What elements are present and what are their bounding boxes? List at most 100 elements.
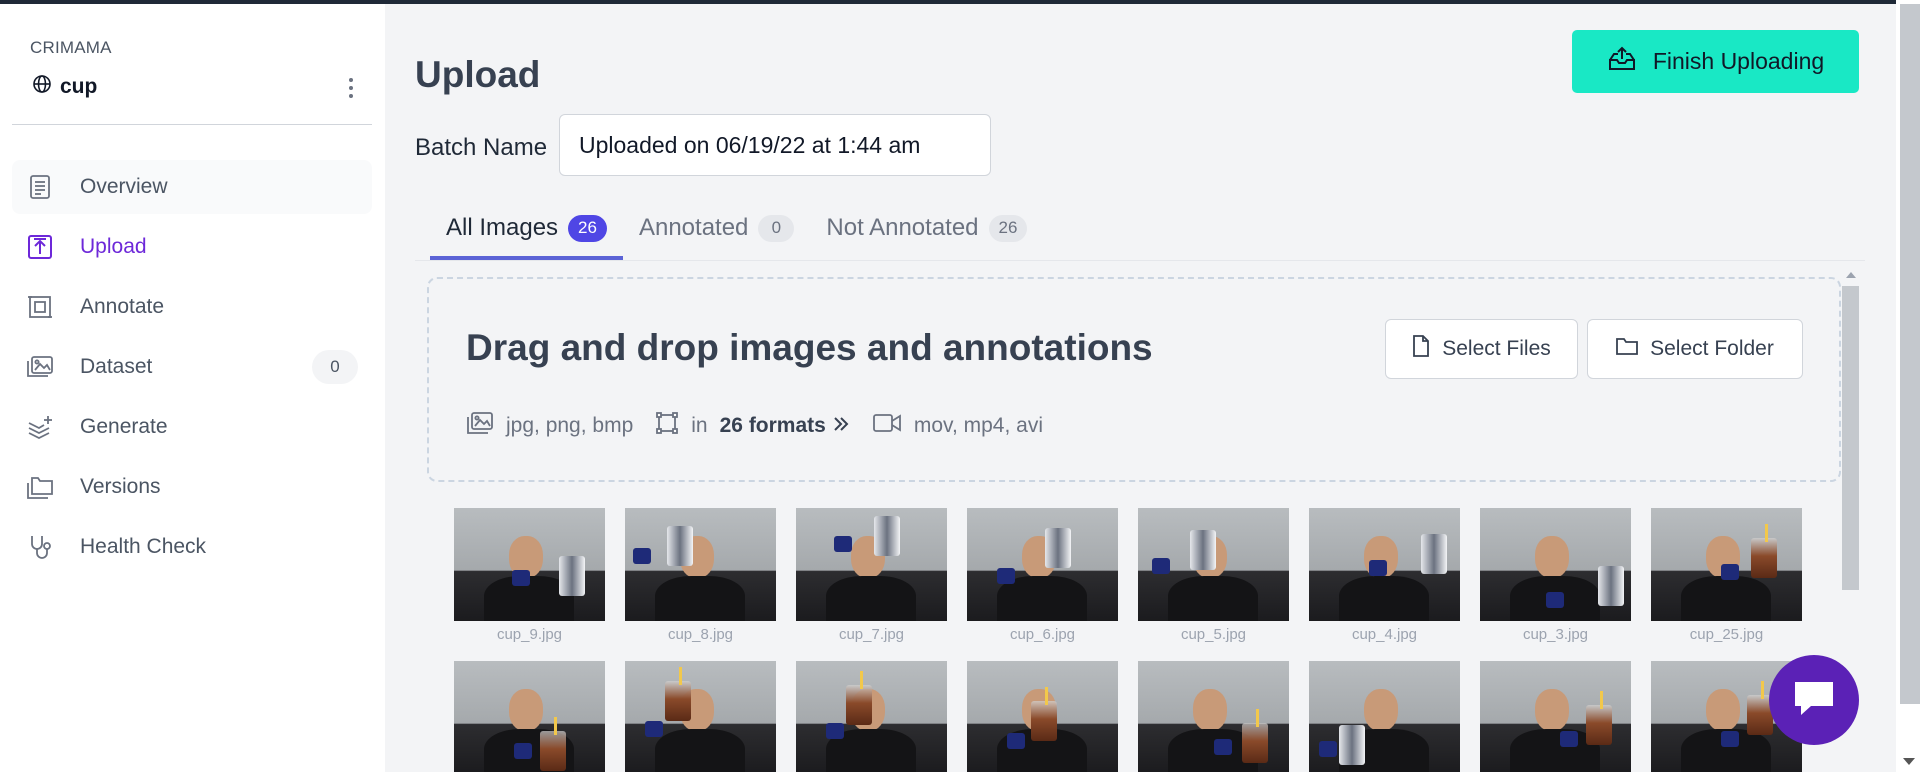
image-thumbnail[interactable]: cup_9.jpg [454, 508, 605, 643]
select-folder-label: Select Folder [1650, 337, 1774, 360]
tab-not-annotated[interactable]: Not Annotated 26 [810, 200, 1043, 256]
image-thumbnail[interactable]: cup_3.jpg [1480, 508, 1631, 643]
sidebar-item-label: Overview [80, 175, 168, 198]
supported-formats: jpg, png, bmp in 26 formats mov, mp4, av… [466, 411, 1065, 441]
image-thumbnail[interactable]: cup_25.jpg [1651, 508, 1802, 643]
image-thumbnail[interactable]: cup_7.jpg [796, 508, 947, 643]
bounding-box-icon [655, 411, 679, 441]
image-thumbnail[interactable] [625, 661, 776, 772]
annotate-icon [24, 291, 56, 323]
tabs-divider [415, 260, 1865, 261]
scroll-down-arrow-icon[interactable] [1903, 758, 1915, 765]
image-preview [796, 661, 947, 772]
video-formats-text: mov, mp4, avi [913, 414, 1043, 437]
image-preview [796, 508, 947, 621]
finish-uploading-button[interactable]: Finish Uploading [1572, 30, 1859, 93]
image-preview [1480, 508, 1631, 621]
image-thumbnail[interactable] [1309, 661, 1460, 772]
image-filter-tabs: All Images 26 Annotated 0 Not Annotated … [430, 200, 1043, 260]
annotation-formats-link[interactable]: in 26 formats [655, 411, 850, 441]
upload-icon [24, 231, 56, 263]
page-title: Upload [415, 54, 541, 95]
scroll-thumb[interactable] [1842, 286, 1859, 590]
sidebar-item-health-check[interactable]: Health Check [12, 520, 372, 574]
sidebar-item-upload[interactable]: Upload [12, 220, 372, 274]
sidebar-item-label: Generate [80, 415, 168, 438]
video-formats: mov, mp4, avi [872, 412, 1043, 440]
image-preview [1651, 508, 1802, 621]
sidebar-item-overview[interactable]: Overview [12, 160, 372, 214]
image-preview [1309, 508, 1460, 621]
page-scrollbar-thumb[interactable] [1900, 4, 1920, 704]
upload-dropzone[interactable]: Drag and drop images and annotations Sel… [427, 277, 1841, 482]
image-preview [967, 508, 1118, 621]
tab-count-badge: 0 [758, 214, 795, 242]
image-preview [1480, 661, 1631, 772]
select-files-label: Select Files [1442, 337, 1551, 360]
sidebar-nav: Overview Upload Annotate Dataset 0 Gener… [12, 160, 372, 580]
image-filename: cup_5.jpg [1180, 626, 1247, 643]
image-thumbnail[interactable]: cup_8.jpg [625, 508, 776, 643]
image-preview [967, 661, 1118, 772]
video-camera-icon [872, 412, 902, 440]
image-thumbnail[interactable] [1138, 661, 1289, 772]
image-thumbnail[interactable] [967, 661, 1118, 772]
image-preview [625, 661, 776, 772]
main-content: Upload Finish Uploading Batch Name All I… [385, 4, 1896, 772]
scroll-up-arrow-icon[interactable] [1846, 272, 1856, 278]
image-filename: cup_3.jpg [1522, 626, 1589, 643]
sidebar: CRIMAMA cup Overview Upload Annotate Dat… [0, 4, 385, 772]
tab-label: Not Annotated [826, 214, 979, 241]
batch-name-input[interactable] [559, 114, 991, 176]
workspace-name: CRIMAMA [30, 38, 112, 57]
sidebar-item-dataset[interactable]: Dataset 0 [12, 340, 372, 394]
image-preview [1138, 508, 1289, 621]
tab-all-images[interactable]: All Images 26 [430, 200, 623, 260]
tab-label: Annotated [638, 214, 749, 241]
globe-icon [32, 74, 52, 99]
image-filename: cup_25.jpg [1689, 626, 1764, 643]
image-preview [625, 508, 776, 621]
tab-count-badge: 26 [988, 214, 1028, 242]
images-icon [466, 411, 494, 441]
chat-support-button[interactable] [1769, 655, 1859, 745]
image-preview [1138, 661, 1289, 772]
annotation-formats-prefix: in [691, 414, 708, 437]
tab-label: All Images [446, 214, 559, 241]
book-icon [24, 171, 56, 203]
dropzone-title: Drag and drop images and annotations [466, 327, 1153, 368]
image-thumbnail[interactable]: cup_5.jpg [1138, 508, 1289, 643]
select-folder-button[interactable]: Select Folder [1587, 319, 1803, 379]
sidebar-item-annotate[interactable]: Annotate [12, 280, 372, 334]
chat-bubble-icon [1791, 678, 1837, 723]
more-options-icon[interactable] [341, 74, 361, 102]
sidebar-item-label: Health Check [80, 535, 207, 558]
project-name: cup [60, 74, 98, 98]
sidebar-item-label: Versions [80, 475, 161, 498]
image-formats: jpg, png, bmp [466, 411, 633, 441]
tab-count-badge: 26 [568, 214, 607, 242]
sidebar-divider [12, 124, 372, 125]
image-preview [454, 661, 605, 772]
image-thumbnail[interactable] [1480, 661, 1631, 772]
select-files-button[interactable]: Select Files [1385, 319, 1578, 379]
double-chevron-right-icon [832, 414, 850, 438]
file-icon [1412, 335, 1430, 363]
image-thumbnail[interactable]: cup_4.jpg [1309, 508, 1460, 643]
image-thumbnail[interactable]: cup_6.jpg [967, 508, 1118, 643]
folder-icon [1616, 337, 1639, 361]
image-thumbnail[interactable] [454, 661, 605, 772]
folders-icon [24, 471, 56, 503]
upload-tray-icon [1607, 46, 1637, 78]
sidebar-item-versions[interactable]: Versions [12, 460, 372, 514]
sidebar-item-label: Upload [80, 235, 147, 258]
images-icon [24, 351, 56, 383]
image-thumbnail[interactable] [796, 661, 947, 772]
image-preview [454, 508, 605, 621]
project-selector[interactable]: cup [32, 74, 97, 99]
sidebar-item-label: Dataset [80, 355, 153, 378]
tab-annotated[interactable]: Annotated 0 [623, 200, 810, 256]
image-filename: cup_8.jpg [667, 626, 734, 643]
sidebar-item-generate[interactable]: Generate [12, 400, 372, 454]
image-formats-text: jpg, png, bmp [506, 414, 634, 437]
